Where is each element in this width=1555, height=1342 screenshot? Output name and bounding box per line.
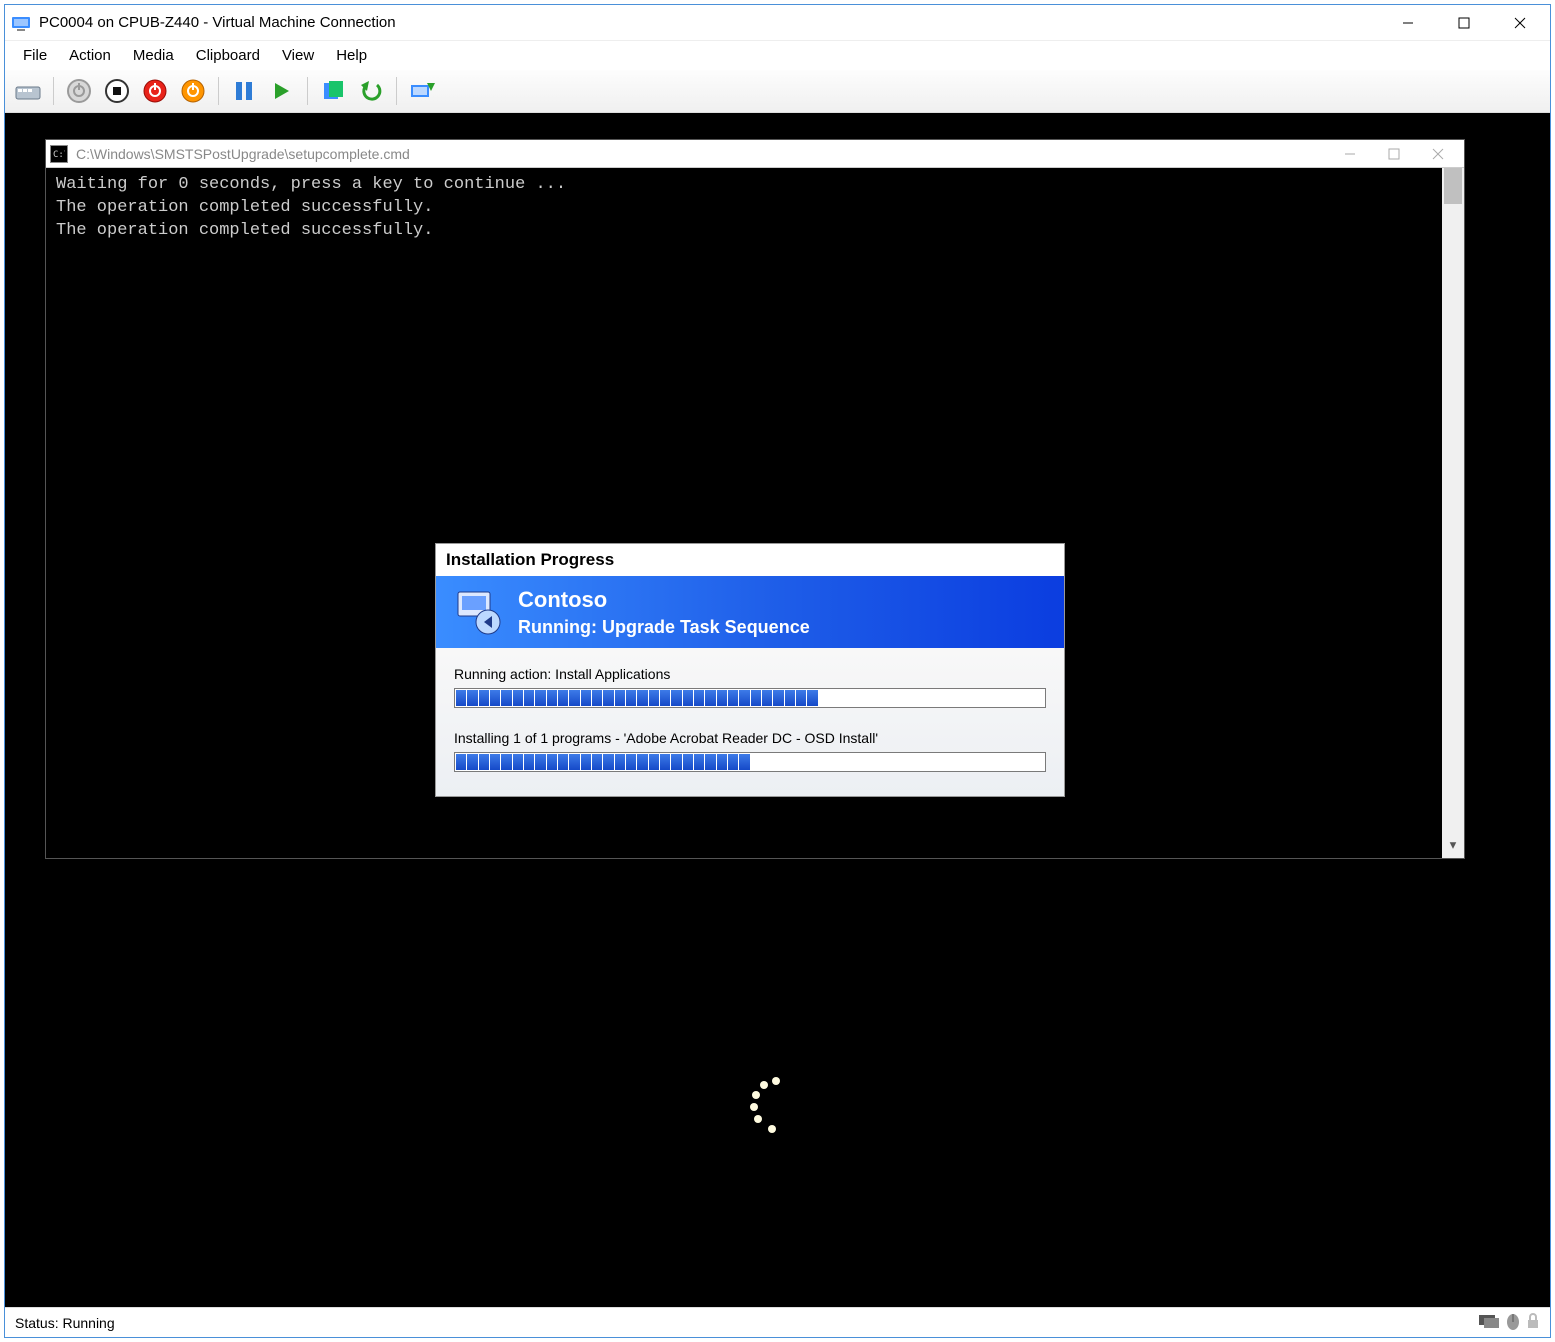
primary-progress-bar [454, 688, 1046, 708]
vm-display[interactable]: C:\ C:\Windows\SMSTSPostUpgrade\setupcom… [5, 113, 1550, 1307]
window-title: PC0004 on CPUB-Z440 - Virtual Machine Co… [39, 14, 1380, 31]
toolbar-separator [307, 77, 308, 105]
checkpoint-button[interactable] [316, 74, 350, 108]
mouse-icon [1506, 1312, 1520, 1333]
minimize-button[interactable] [1380, 5, 1436, 41]
org-name: Contoso [518, 587, 810, 613]
statusbar: Status: Running [5, 1307, 1550, 1337]
toolbar-separator [396, 77, 397, 105]
pause-button[interactable] [227, 74, 261, 108]
task-sequence-name: Running: Upgrade Task Sequence [518, 617, 810, 638]
scrollbar-down-icon[interactable]: ▾ [1442, 836, 1464, 858]
status-text: Status: Running [15, 1315, 115, 1331]
cmd-title: C:\Windows\SMSTSPostUpgrade\setupcomplet… [76, 146, 1328, 162]
maximize-button[interactable] [1436, 5, 1492, 41]
cmd-icon: C:\ [50, 145, 68, 163]
reset-button[interactable] [265, 74, 299, 108]
menu-clipboard[interactable]: Clipboard [186, 45, 270, 66]
save-button[interactable] [176, 74, 210, 108]
install-banner: Contoso Running: Upgrade Task Sequence [436, 576, 1064, 648]
scrollbar-thumb[interactable] [1444, 168, 1462, 204]
menu-help[interactable]: Help [326, 45, 377, 66]
install-progress-dialog: Installation Progress Contoso Running: U… [435, 543, 1065, 797]
cmd-minimize-button[interactable] [1328, 141, 1372, 167]
vm-connection-window: PC0004 on CPUB-Z440 - Virtual Machine Co… [4, 4, 1551, 1338]
toolbar-separator [53, 77, 54, 105]
svg-text:C:\: C:\ [53, 150, 65, 159]
app-icon [11, 13, 31, 33]
menu-media[interactable]: Media [123, 45, 184, 66]
menu-action[interactable]: Action [59, 45, 121, 66]
cmd-titlebar: C:\ C:\Windows\SMSTSPostUpgrade\setupcom… [46, 140, 1464, 168]
cmd-line: Waiting for 0 seconds, press a key to co… [56, 174, 1454, 197]
secondary-progress-bar [454, 752, 1046, 772]
revert-button[interactable] [354, 74, 388, 108]
cmd-line: The operation completed successfully. [56, 220, 1454, 243]
toolbar [5, 70, 1550, 113]
ctrl-alt-del-button[interactable] [11, 74, 45, 108]
menu-view[interactable]: View [272, 45, 324, 66]
window-controls [1380, 5, 1548, 41]
cmd-close-button[interactable] [1416, 141, 1460, 167]
install-body: Running action: Install Applications Ins… [436, 648, 1064, 796]
menubar: File Action Media Clipboard View Help [5, 41, 1550, 70]
running-action-label: Running action: Install Applications [454, 666, 1046, 682]
cmd-scrollbar[interactable]: ▾ [1442, 168, 1464, 858]
cmd-line: The operation completed successfully. [56, 197, 1454, 220]
start-button[interactable] [62, 74, 96, 108]
titlebar: PC0004 on CPUB-Z440 - Virtual Machine Co… [5, 5, 1550, 41]
toolbar-separator [218, 77, 219, 105]
shut-down-button[interactable] [138, 74, 172, 108]
loading-spinner-icon [748, 1077, 808, 1137]
install-sub-label: Installing 1 of 1 programs - 'Adobe Acro… [454, 730, 1046, 746]
turn-off-button[interactable] [100, 74, 134, 108]
install-dialog-title: Installation Progress [436, 544, 1064, 576]
enhanced-session-button[interactable] [405, 74, 439, 108]
branding-icon [452, 586, 504, 638]
cmd-maximize-button[interactable] [1372, 141, 1416, 167]
display-config-icon[interactable] [1478, 1313, 1500, 1332]
close-button[interactable] [1492, 5, 1548, 41]
lock-icon [1526, 1312, 1540, 1333]
menu-file[interactable]: File [13, 45, 57, 66]
